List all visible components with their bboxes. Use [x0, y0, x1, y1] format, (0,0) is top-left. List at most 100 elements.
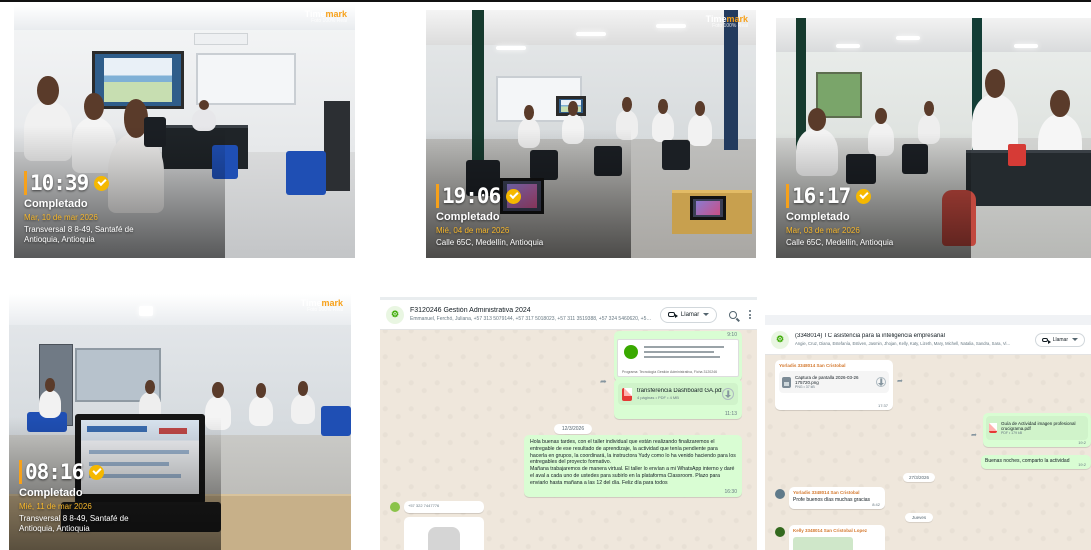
search-icon[interactable] [729, 310, 737, 319]
chevron-down-icon [703, 313, 710, 316]
download-icon[interactable] [876, 377, 886, 387]
document-message[interactable]: transferencia Dashboard GA.pdf 4 páginas… [614, 379, 742, 419]
timemark-photo-4[interactable]: Timemark Foto 100% Real 08:16 Completado… [9, 294, 351, 550]
download-icon[interactable] [722, 388, 734, 400]
pdf-icon [989, 423, 997, 433]
stamp-time: 19:06 [442, 184, 501, 208]
photo-stamp: 08:16 Completado Mié, 11 de mar 2026 Tra… [19, 460, 139, 534]
message-sender: Kelly 3348014 San Cristobal Lopez [793, 528, 868, 533]
photo-stamp: 19:06 Completado Mié, 04 de mar 2026 Cal… [436, 184, 543, 248]
forward-icon[interactable]: ➦ [897, 377, 903, 385]
timemark-logo: Timemark Foto 100% Real [706, 15, 748, 29]
check-icon [506, 188, 522, 204]
image-file-icon [782, 376, 791, 388]
document-meta: 4 páginas • PDF • 4 MB [637, 395, 679, 400]
message-time: 17:37 [877, 403, 888, 408]
certificate-caption: Programa: Tecnología Gestión Administrat… [622, 370, 718, 374]
file-name: Captura de pantalla 2026-03-26 175720.pn… [795, 374, 859, 385]
incoming-message[interactable]: Yorladis 3348014 San Cristobal Profe bue… [789, 487, 885, 509]
sena-logo-icon: ⚙ [775, 334, 785, 344]
call-label: Llamar [1052, 336, 1068, 343]
stamp-status: Completado [436, 211, 500, 223]
call-label: Llamar [680, 311, 700, 318]
forward-icon[interactable]: ➦ [600, 377, 607, 386]
chat-title[interactable]: (3348014) TC asistencia para la intelige… [795, 333, 1029, 339]
call-button[interactable]: Llamar [659, 306, 718, 323]
top-border [0, 0, 1091, 2]
message-text: Hola buenas tardes, con el taller indivi… [530, 439, 736, 486]
document-message[interactable]: Guía de Actividad imagen profesional cru… [983, 413, 1091, 447]
chat-members[interactable]: Angie, Cruz, Diana, Estefanía, Estiven, … [795, 341, 1029, 346]
document-name: Guía de Actividad imagen profesional cru… [1001, 420, 1076, 431]
video-call-icon [667, 312, 678, 318]
pdf-icon [622, 387, 632, 401]
stamp-address: Calle 65C, Medellín, Antioquia [786, 238, 894, 247]
stamp-status: Completado [24, 198, 88, 210]
message-time: 8:42 [872, 502, 880, 507]
chat-title[interactable]: F3120246 Gestión Administrativa 2024 [410, 307, 652, 314]
date-separator: Jueves [905, 513, 933, 522]
call-button[interactable]: Llamar [1034, 332, 1085, 347]
forward-icon[interactable]: ➦ [971, 431, 977, 439]
group-avatar[interactable]: ⚙ [771, 330, 789, 349]
sena-logo-icon: ⚙ [390, 309, 400, 319]
stamp-date: Mar, 03 de mar 2026 [786, 226, 860, 235]
stamp-time: 16:17 [792, 184, 851, 208]
group-avatar[interactable]: ⚙ [386, 305, 404, 324]
sena-seal-icon [624, 345, 638, 359]
message-time: 9:10 [727, 332, 737, 338]
brand-tagline: Foto 100% Real [712, 23, 748, 29]
image-message[interactable]: 9:10 Programa: Tecnología Gestión Admini… [614, 331, 742, 381]
message-text: Buenas noches, comparto la actividad [985, 458, 1070, 464]
brand-tagline: Foto 100% Real [307, 307, 343, 313]
check-icon [89, 464, 105, 480]
message-sender: Yorladis 3348014 San Cristobal [779, 363, 846, 368]
menu-icon[interactable] [749, 310, 751, 319]
contact-avatar[interactable] [390, 502, 400, 512]
whatsapp-chat-gestion-administrativa: ⚙ F3120246 Gestión Administrativa 2024 E… [380, 297, 757, 550]
stamp-address: Transversal 8 8-49, Santafé de Antioquia… [19, 514, 129, 533]
timemark-photo-3[interactable]: 16:17 Completado Mar, 03 de mar 2026 Cal… [776, 18, 1091, 258]
date-separator: 12/3/2026 [554, 424, 592, 434]
stamp-date: Mié, 04 de mar 2026 [436, 226, 510, 235]
incoming-media-placeholder[interactable] [404, 517, 484, 550]
stamp-time: 10:39 [30, 171, 89, 195]
message-text: Profe buenos días muchas gracias [793, 497, 870, 503]
date-separator: 27/3/2026 [903, 473, 935, 482]
chat-header[interactable]: ⚙ F3120246 Gestión Administrativa 2024 E… [380, 300, 757, 330]
text-message[interactable]: Hola buenas tardes, con el taller indivi… [524, 435, 742, 497]
timemark-logo: Timemark Foto 100% Real [305, 10, 347, 24]
incoming-sender: +57 322 7447776 [408, 503, 440, 508]
chevron-down-icon [1072, 338, 1078, 341]
stamp-status: Completado [19, 487, 83, 499]
photo-stamp: 10:39 Completado Mar, 10 de mar 2026 Tra… [24, 171, 144, 245]
brand-tagline: Foto 100% Real [311, 18, 347, 24]
check-icon [94, 175, 110, 191]
stamp-status: Completado [786, 211, 850, 223]
media-thumbnail[interactable] [793, 537, 853, 550]
message-sender: Yorladis 3348014 San Cristobal [793, 490, 860, 495]
chat-members[interactable]: Emmanuel, Ferchó, Juliana, +57 313 50791… [410, 316, 652, 322]
video-call-icon [1041, 337, 1051, 344]
contact-avatar[interactable] [775, 489, 785, 499]
stamp-address: Transversal 8 8-49, Santafé de Antioquia… [24, 225, 134, 244]
certificate-thumbnail[interactable]: Programa: Tecnología Gestión Administrat… [617, 339, 739, 377]
incoming-file-message[interactable]: Yorladis 3348014 San Cristobal Captura d… [775, 360, 893, 410]
document-name: transferencia Dashboard GA.pdf [637, 388, 722, 394]
timemark-photo-1[interactable]: Timemark Foto 100% Real 10:39 Completado… [14, 5, 355, 258]
whatsapp-chat-inteligencia-empresarial: ⚙ (3348014) TC asistencia para la inteli… [765, 315, 1091, 550]
timemark-photo-2[interactable]: Timemark Foto 100% Real 19:06 Completado… [426, 10, 756, 258]
incoming-message[interactable]: Kelly 3348014 San Cristobal Lopez [789, 525, 885, 550]
contact-avatar[interactable] [775, 527, 785, 537]
document-meta: PDF • 179 kB [1001, 431, 1023, 436]
stamp-address: Calle 65C, Medellín, Antioquia [436, 238, 544, 247]
stamp-time: 08:16 [25, 460, 84, 484]
message-time: 16:30 [724, 489, 737, 495]
file-meta: PNG • 37 kB [795, 385, 815, 390]
incoming-message[interactable]: +57 322 7447776 [404, 501, 484, 513]
chat-header[interactable]: ⚙ (3348014) TC asistencia para la inteli… [765, 325, 1091, 355]
message-time: 11:13 [724, 411, 737, 417]
photo-stamp: 16:17 Completado Mar, 03 de mar 2026 Cal… [786, 184, 893, 248]
text-message[interactable]: Buenas noches, comparto la actividad 19:… [981, 455, 1091, 469]
stamp-date: Mié, 11 de mar 2026 [19, 502, 92, 511]
